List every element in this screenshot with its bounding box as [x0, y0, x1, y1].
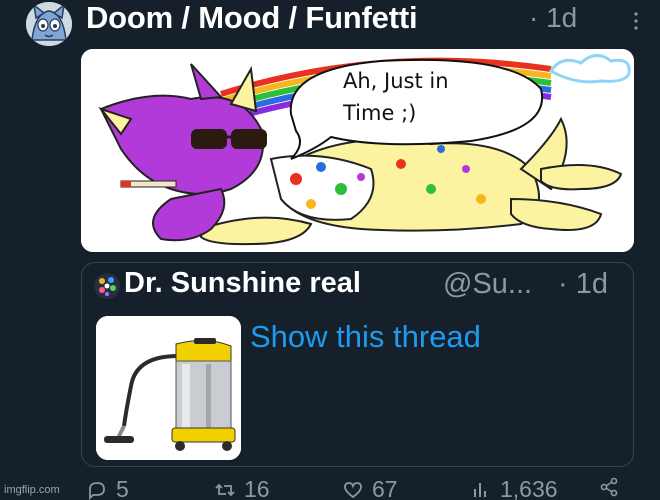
- reply-icon: [89, 481, 105, 500]
- speech-line-1: Ah, Just in: [343, 69, 449, 93]
- tweet-media-image[interactable]: Ah, Just in Time ;): [81, 49, 634, 252]
- quoted-author-name[interactable]: Dr. Sunshine real: [124, 267, 361, 300]
- retweet-icon: [215, 483, 235, 496]
- show-thread-link[interactable]: Show this thread: [250, 319, 481, 355]
- glitter-avatar-icon: [94, 273, 120, 299]
- tweet-action-bar: 5 16 67 1,636: [0, 474, 660, 500]
- like-button[interactable]: 67: [342, 476, 398, 500]
- reply-count: 5: [116, 476, 129, 500]
- speech-line-2: Time ;): [343, 101, 417, 125]
- share-button[interactable]: [598, 476, 628, 498]
- quoted-author-handle[interactable]: @Su...: [443, 268, 532, 301]
- quoted-tweet[interactable]: Dr. Sunshine real @Su... · 1d Show this …: [81, 262, 634, 467]
- author-name[interactable]: Doom / Mood / Funfetti: [86, 0, 418, 36]
- tweet: Doom / Mood / Funfetti · 1d Ah, Just in …: [0, 0, 660, 500]
- cat-avatar-icon: [26, 2, 72, 46]
- share-icon: [600, 477, 618, 497]
- vacuum-cleaner-image: [96, 316, 241, 460]
- view-count: 1,636: [500, 476, 558, 500]
- quoted-author-avatar[interactable]: [94, 273, 120, 299]
- reply-button[interactable]: 5: [86, 476, 129, 500]
- more-vertical-icon[interactable]: [630, 10, 642, 32]
- views-chart-icon: [474, 482, 486, 497]
- imgflip-watermark: imgflip.com: [4, 484, 60, 496]
- like-count: 67: [372, 476, 398, 500]
- retweet-count: 16: [244, 476, 270, 500]
- quoted-timestamp[interactable]: · 1d: [558, 268, 608, 301]
- speech-bubble-text: Ah, Just in Time ;): [343, 65, 563, 129]
- views-button[interactable]: 1,636: [470, 476, 558, 500]
- quoted-media-thumbnail[interactable]: [96, 316, 241, 460]
- retweet-button[interactable]: 16: [214, 476, 270, 500]
- author-avatar[interactable]: [26, 2, 72, 46]
- tweet-timestamp[interactable]: · 1d: [529, 2, 577, 34]
- heart-icon: [344, 481, 362, 498]
